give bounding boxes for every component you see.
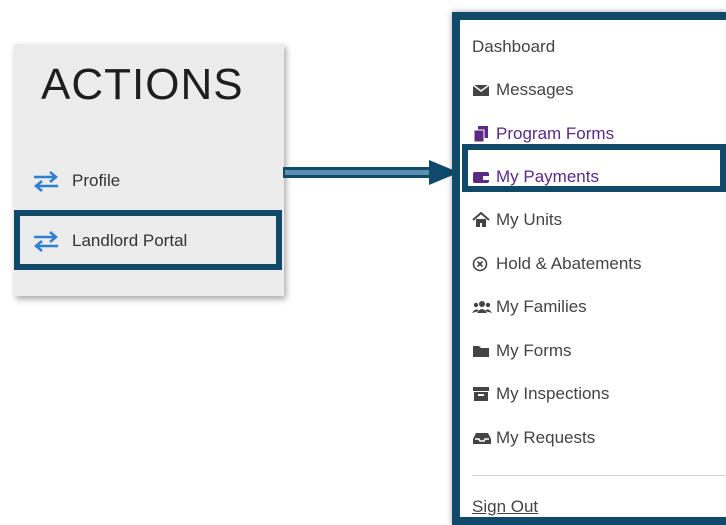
menu-item-label: Hold & Abatements	[496, 254, 642, 273]
menu-item-label: Program Forms	[496, 124, 615, 143]
menu-item-my-inspections[interactable]: My Inspections	[472, 384, 609, 404]
inbox-icon	[472, 430, 491, 446]
archive-icon	[472, 386, 490, 402]
menu-item-label: My Families	[496, 297, 587, 316]
menu-item-dashboard[interactable]: Dashboard	[472, 37, 555, 57]
copy-icon	[472, 126, 490, 143]
sign-out-link[interactable]: Sign Out	[472, 497, 538, 517]
menu-item-my-units[interactable]: My Units	[472, 210, 562, 230]
transfer-arrows-icon	[32, 170, 60, 192]
menu-item-hold-abatements[interactable]: Hold & Abatements	[472, 254, 642, 274]
my-payments-highlight	[462, 144, 726, 192]
menu-item-label: My Inspections	[496, 384, 610, 403]
action-item-label: Profile	[72, 171, 121, 190]
menu-item-label: Messages	[496, 80, 574, 99]
action-item-profile[interactable]: Profile	[32, 170, 120, 192]
menu-divider	[472, 475, 726, 476]
menu-item-label: Dashboard	[472, 37, 556, 56]
menu-item-label: My Requests	[496, 428, 596, 447]
folder-icon	[472, 343, 490, 359]
menu-item-my-forms[interactable]: My Forms	[472, 341, 572, 361]
connector-arrow	[283, 160, 459, 185]
menu-item-program-forms[interactable]: Program Forms	[472, 124, 614, 144]
landlord-portal-highlight	[14, 210, 282, 270]
actions-title: ACTIONS	[41, 60, 244, 109]
portal-menu: Dashboard Messages Program Forms My Paym…	[452, 12, 726, 525]
users-icon	[472, 299, 492, 315]
menu-item-my-families[interactable]: My Families	[472, 297, 587, 317]
circle-x-icon	[472, 256, 490, 272]
menu-item-messages[interactable]: Messages	[472, 80, 573, 100]
home-icon	[472, 211, 490, 228]
menu-item-my-requests[interactable]: My Requests	[472, 428, 595, 448]
menu-item-label: My Units	[496, 210, 563, 229]
envelope-icon	[472, 82, 490, 98]
menu-item-label: My Forms	[496, 341, 572, 360]
